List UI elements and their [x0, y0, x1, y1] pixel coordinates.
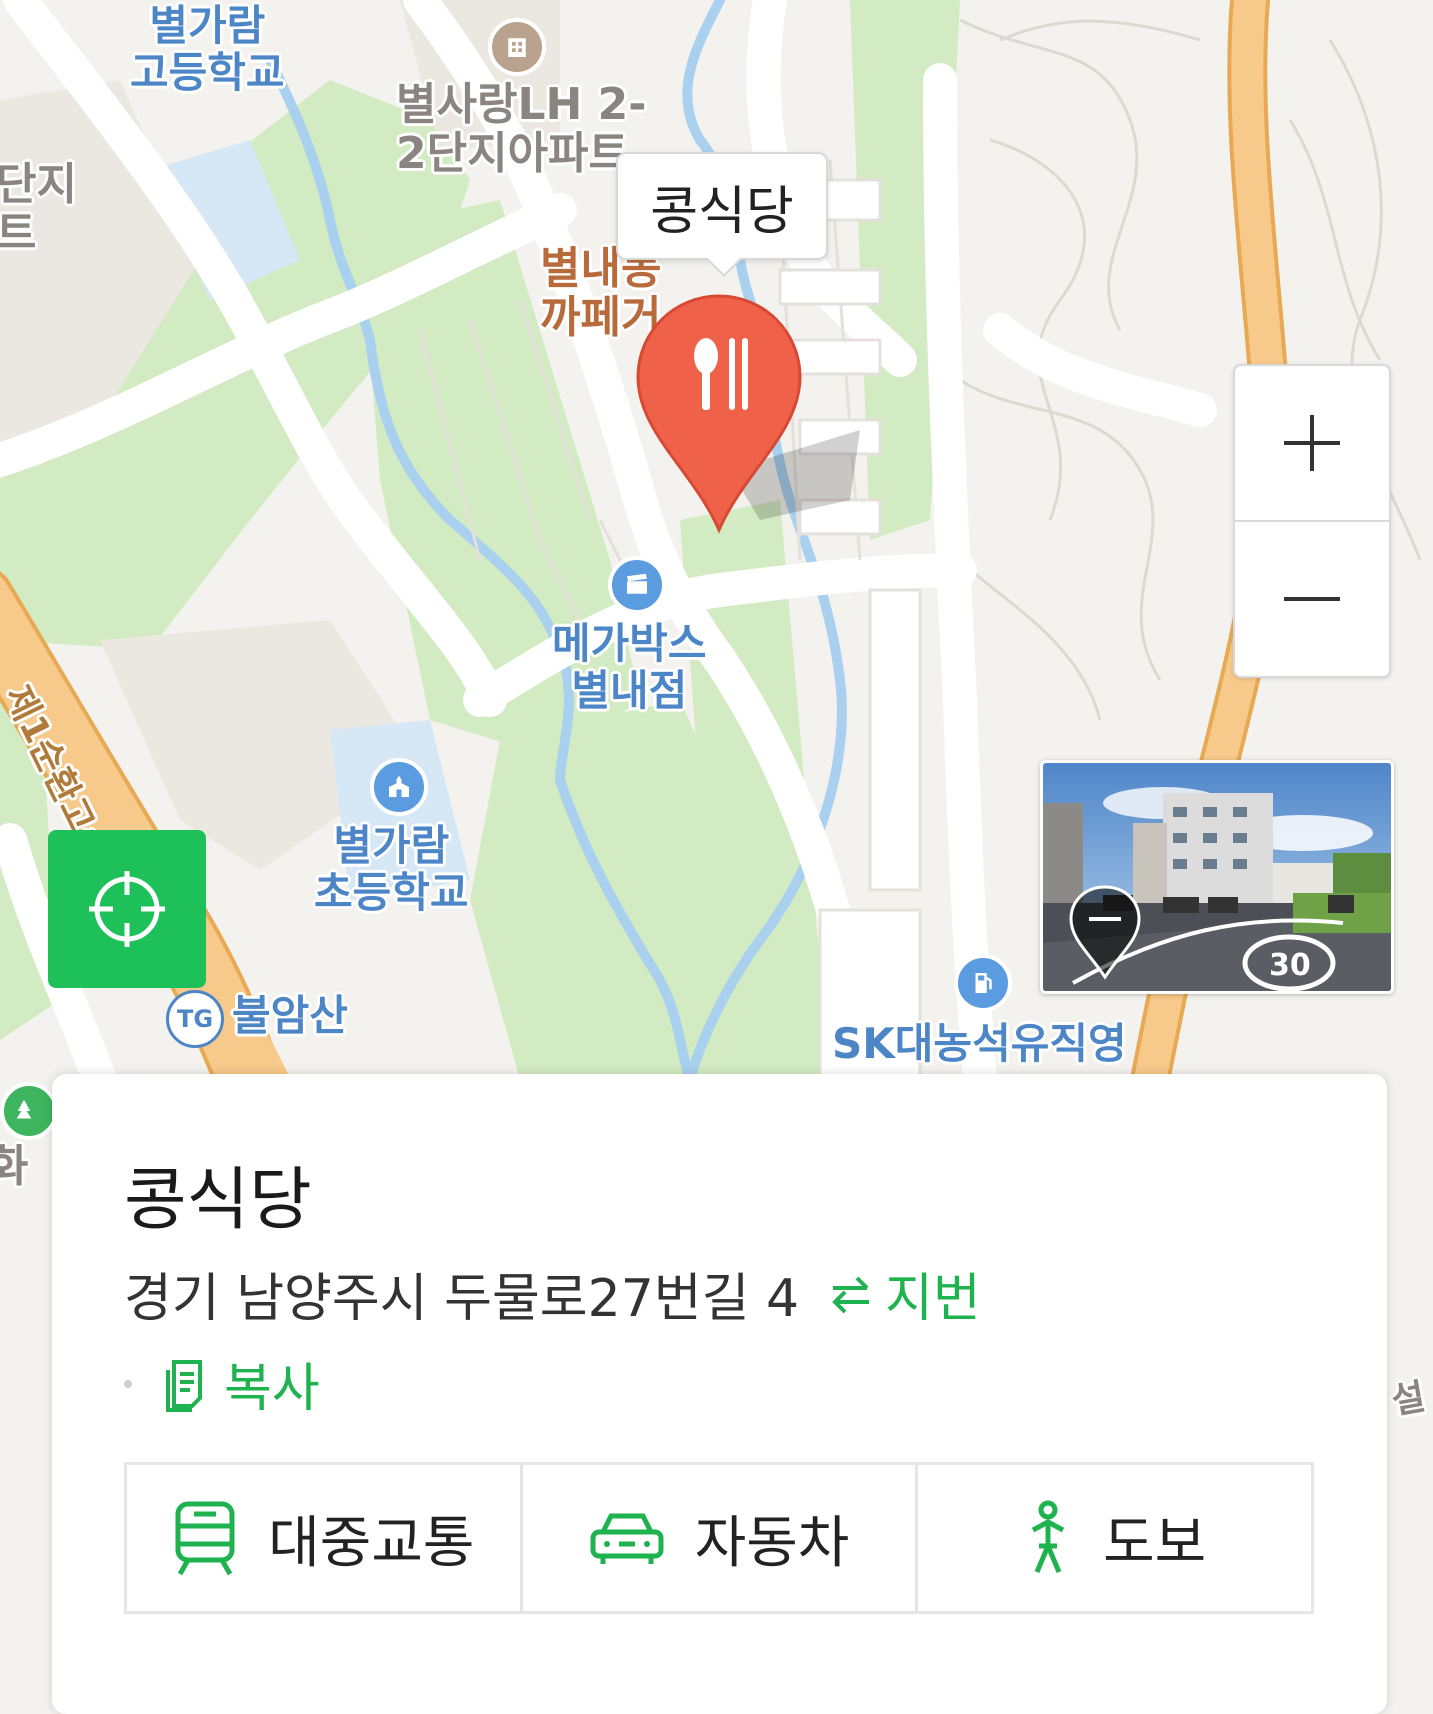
map-label-byeolgaram-elementary: 별가람 초등학교 [314, 821, 469, 918]
roadview-photo: 30 [1043, 763, 1391, 991]
bullet-dot [124, 1379, 132, 1388]
roadview-speed-marking: 30 [1269, 948, 1311, 983]
school-poi-icon[interactable] [370, 758, 428, 816]
map-label-right-partial: 설 [1388, 1376, 1429, 1423]
copy-address-button[interactable]: 복사 [124, 1346, 320, 1421]
directions-row: 대중교통 자동차 도보 [124, 1462, 1314, 1614]
map-label-byeolgaram-high-school: 별가람 고등학교 [130, 1, 285, 98]
marker-tooltip-label: 콩식당 [650, 181, 794, 242]
zoom-controls [1233, 364, 1391, 678]
map-label-byeolsarang-apartment: 별사랑LH 2- 2단지아파트 [396, 79, 647, 180]
map-label-sk-gas-station: SK대농석유직영 [832, 1019, 1127, 1068]
address-line: 경기 남양주시 두물로27번길 4 지번 [124, 1256, 981, 1331]
transit-directions-button[interactable]: 대중교통 [127, 1465, 520, 1611]
walk-icon [1031, 1500, 1065, 1573]
jibun-label: 지번 [885, 1269, 981, 1329]
copy-label: 복사 [224, 1359, 320, 1419]
jibun-toggle-button[interactable]: 지번 [827, 1256, 981, 1331]
cinema-poi-icon[interactable] [608, 556, 666, 614]
zoom-in-button[interactable] [1235, 366, 1389, 520]
place-info-card: 콩식당 경기 남양주시 두물로27번길 4 지번 복사 대중교통 자동차 도보 [52, 1074, 1387, 1714]
restaurant-marker-icon[interactable] [634, 292, 804, 534]
swap-arrows-icon [832, 1276, 870, 1313]
zoom-out-button[interactable] [1235, 522, 1389, 676]
map-label-hwa-partial: 화 [0, 1141, 29, 1192]
marker-tooltip[interactable]: 콩식당 [616, 152, 828, 260]
car-icon [590, 1513, 664, 1564]
current-location-button[interactable] [48, 830, 206, 988]
walk-label: 도보 [1103, 1510, 1207, 1576]
road-address: 경기 남양주시 두물로27번길 4 [124, 1269, 800, 1329]
bus-icon [175, 1501, 235, 1576]
map-label-danji-partial: 단지 트 [0, 159, 77, 260]
minus-icon [1284, 597, 1340, 601]
map-label-bulamsan-tollgate: 불암산 [232, 991, 348, 1040]
crosshair-icon [89, 871, 165, 947]
walk-directions-button[interactable]: 도보 [915, 1465, 1311, 1611]
roadview-thumbnail[interactable]: 30 [1040, 760, 1394, 994]
place-name: 콩식당 [124, 1161, 312, 1240]
copy-icon [166, 1359, 202, 1412]
car-label: 자동차 [694, 1510, 850, 1576]
tollgate-badge: TG [166, 990, 224, 1048]
plus-icon [1284, 415, 1340, 471]
gas-station-poi-icon[interactable] [954, 954, 1012, 1012]
transit-label: 대중교통 [268, 1510, 475, 1576]
apartment-poi-icon[interactable] [488, 18, 546, 76]
map-label-megabox: 메가박스 별내점 [552, 619, 707, 716]
park-poi-icon[interactable] [0, 1082, 58, 1140]
car-directions-button[interactable]: 자동차 [519, 1465, 916, 1611]
